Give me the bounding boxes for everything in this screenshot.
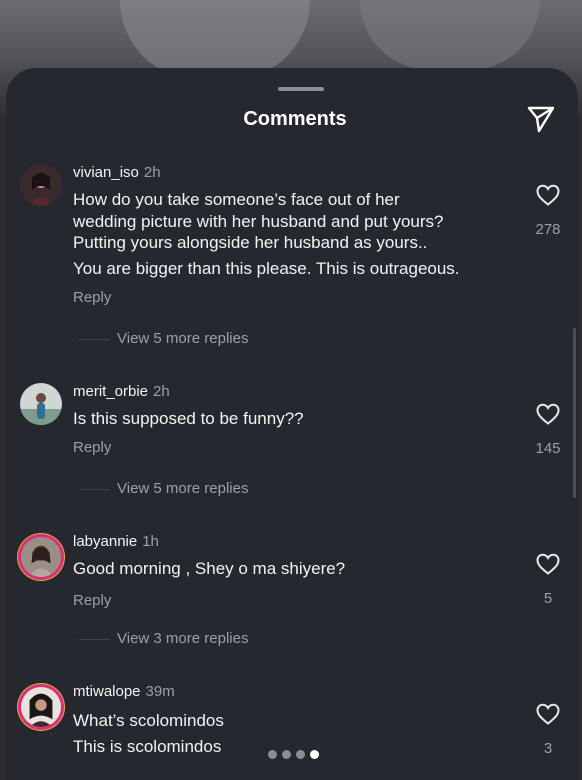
comment-text: Is this supposed to be funny?? (73, 408, 513, 430)
comment-line: Putting yours alongside her husband as y… (73, 233, 428, 252)
reply-button[interactable]: Reply (73, 289, 111, 306)
like-column: 145 (526, 402, 570, 457)
comment-meta: mtiwalope 39m (73, 683, 175, 700)
replies-divider (79, 489, 109, 490)
comment-text: How do you take someone’s face out of he… (73, 189, 513, 279)
comment-line: Is this supposed to be funny?? (73, 409, 304, 428)
avatar[interactable] (20, 383, 62, 425)
page-dot[interactable] (282, 750, 291, 759)
heart-outline-icon[interactable] (535, 402, 561, 426)
like-count: 278 (535, 221, 561, 238)
username[interactable]: labyannie (73, 533, 137, 550)
page-dot-active[interactable] (310, 750, 319, 759)
comment-time: 2h (143, 164, 161, 181)
comment-line: wedding picture with her husband and put… (73, 211, 444, 231)
page-dot[interactable] (296, 750, 305, 759)
replies-divider (79, 639, 109, 640)
comment-line: Good morning , Shey o ma shiyere? (73, 559, 346, 578)
username[interactable]: vivian_iso (73, 164, 139, 181)
heart-outline-icon[interactable] (535, 183, 561, 207)
scrollbar[interactable] (573, 328, 576, 498)
comment-line: What’s scolomindos (73, 711, 224, 730)
like-column: 3 (526, 702, 570, 757)
comment-time: 39m (145, 683, 175, 700)
username[interactable]: mtiwalope (73, 683, 141, 700)
comments-sheet: Comments vivian_iso 2h How do you take so… (6, 68, 578, 780)
comment-line: How do you take someone’s face out of he… (73, 190, 400, 209)
comment-meta: labyannie 1h (73, 533, 159, 550)
page-dot[interactable] (268, 750, 277, 759)
view-replies-button[interactable]: View 5 more replies (117, 330, 248, 347)
sheet-title: Comments (243, 108, 347, 130)
username[interactable]: merit_orbie (73, 383, 148, 400)
view-replies-button[interactable]: View 5 more replies (117, 480, 248, 497)
comment-time: 2h (153, 383, 170, 400)
like-column: 278 (526, 183, 570, 238)
comment-meta: vivian_iso 2h (73, 164, 161, 181)
avatar[interactable] (21, 537, 61, 577)
heart-outline-icon[interactable] (535, 552, 561, 576)
drag-handle[interactable] (278, 87, 324, 91)
background-shape (360, 0, 540, 70)
like-count: 145 (535, 440, 561, 457)
paper-plane-icon[interactable] (526, 104, 556, 134)
comment-meta: merit_orbie 2h (73, 383, 170, 400)
replies-divider (79, 339, 109, 340)
reply-button[interactable]: Reply (73, 439, 111, 456)
avatar[interactable] (21, 687, 61, 727)
avatar[interactable] (20, 164, 62, 206)
like-column: 5 (526, 552, 570, 607)
comment-time: 1h (142, 533, 159, 550)
page-indicator (268, 746, 324, 759)
view-replies-button[interactable]: View 3 more replies (117, 630, 248, 647)
like-count: 3 (543, 740, 553, 757)
reply-button[interactable]: Reply (73, 592, 111, 609)
heart-outline-icon[interactable] (535, 702, 561, 726)
comment-line: You are bigger than this please. This is… (73, 258, 460, 278)
comment-text: Good morning , Shey o ma shiyere? (73, 558, 513, 580)
like-count: 5 (543, 590, 553, 607)
